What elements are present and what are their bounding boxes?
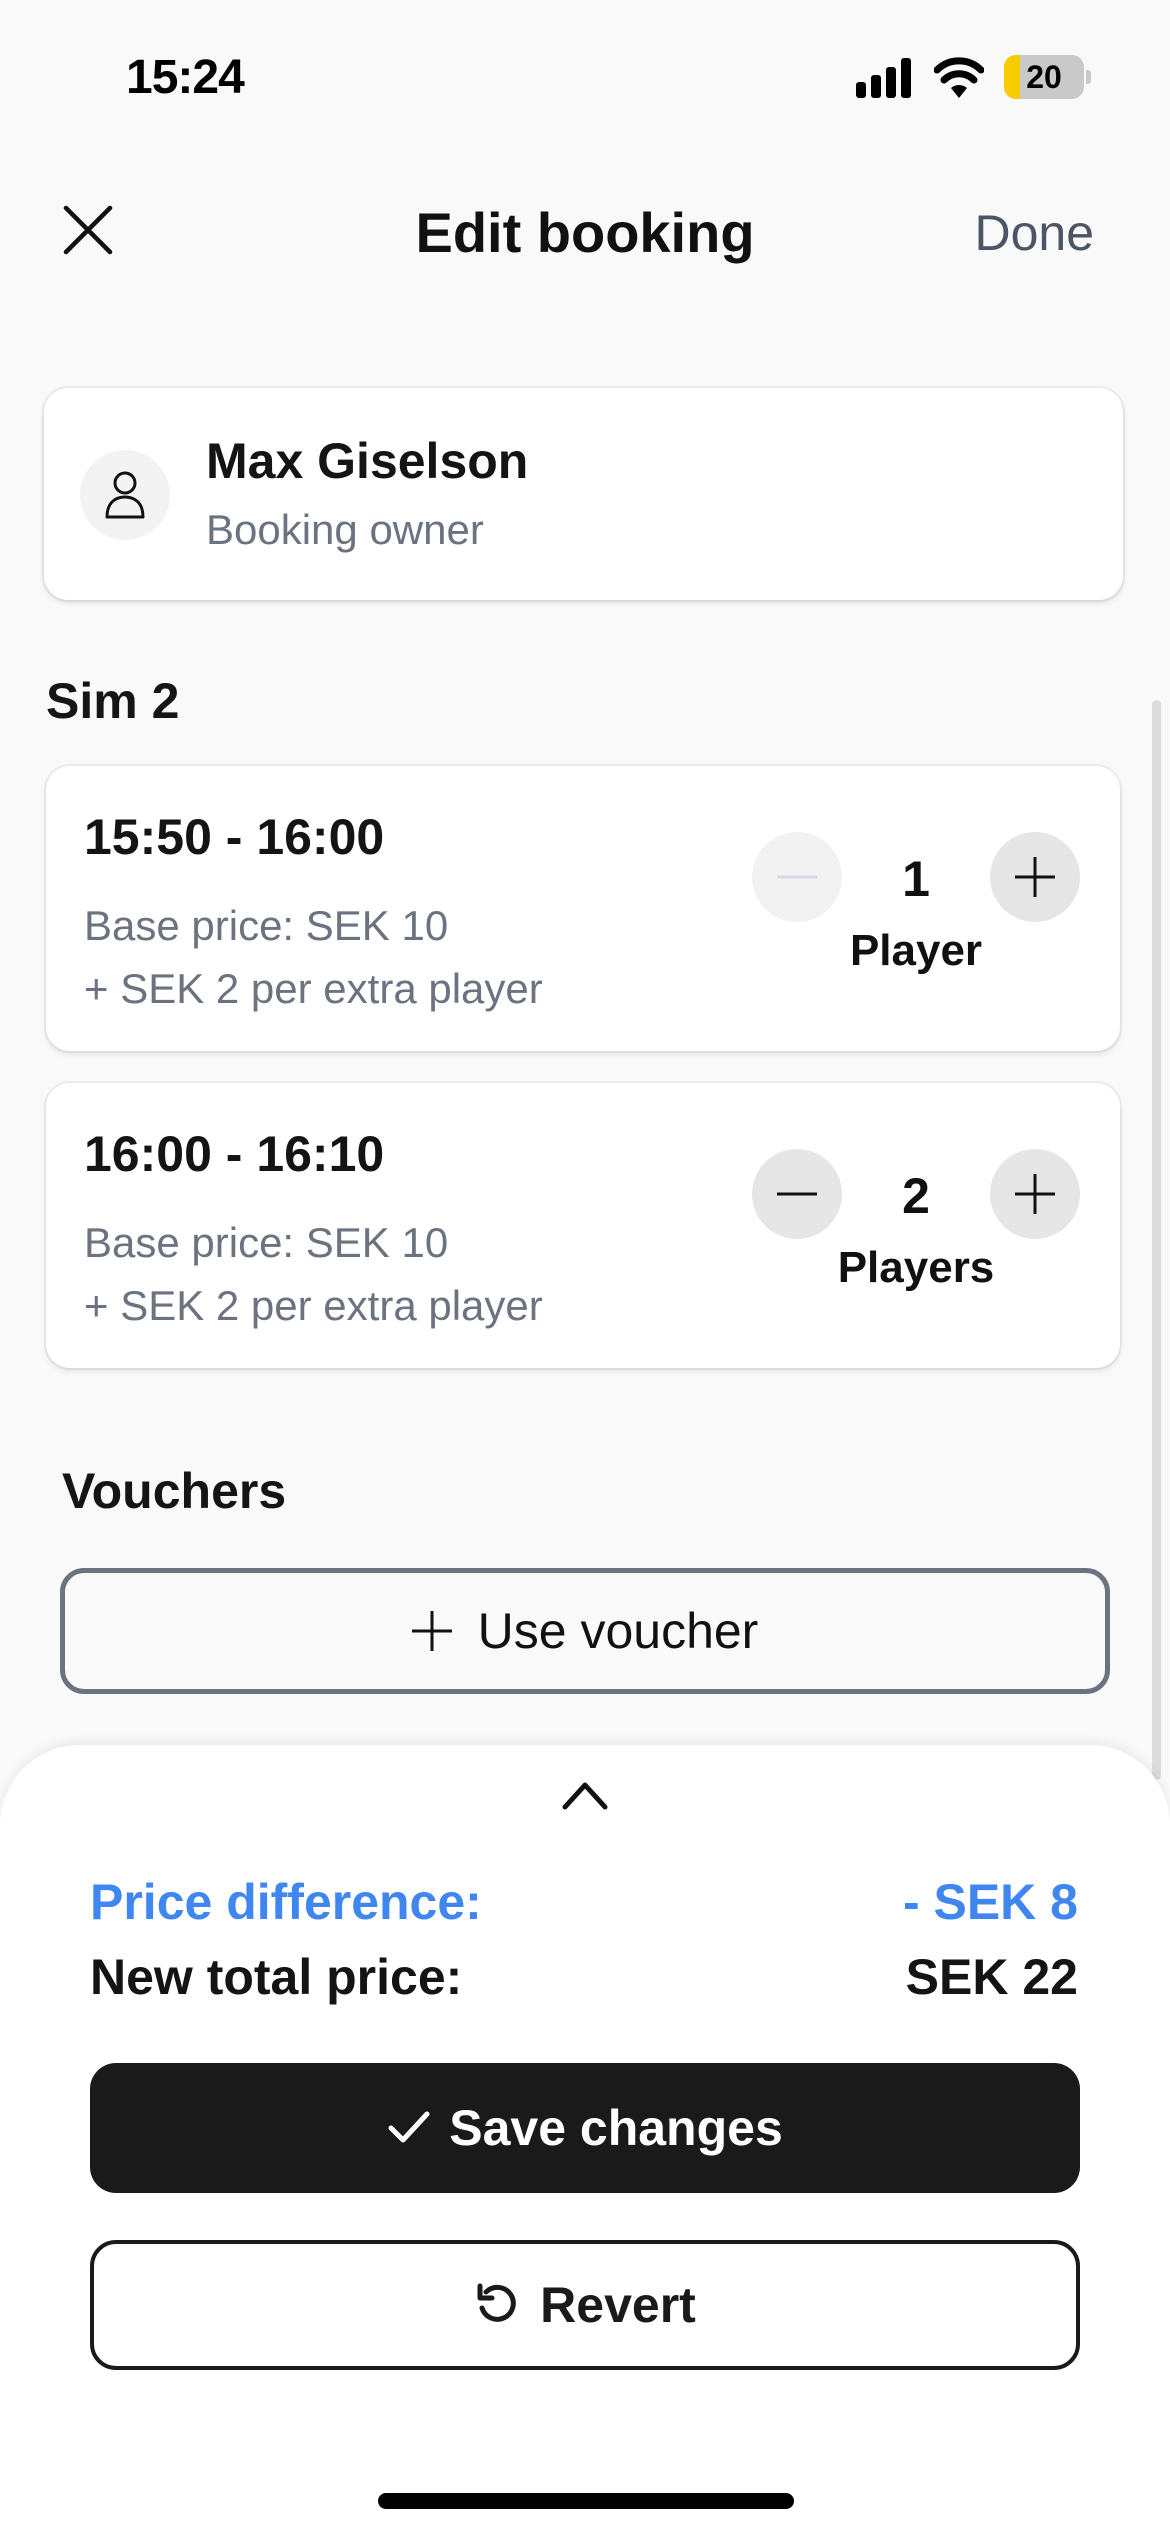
battery-icon: 20: [1004, 55, 1091, 99]
user-icon: [105, 471, 145, 519]
extra-player-price: + SEK 2 per extra player: [84, 965, 543, 1012]
price-difference-label: Price difference:: [90, 1874, 482, 1930]
price-summary-sheet: Price difference: - SEK 8 New total pric…: [0, 1745, 1170, 2532]
owner-name: Max Giselson: [206, 433, 529, 489]
revert-label: Revert: [540, 2277, 696, 2333]
slot-time: 15:50 - 16:00: [84, 809, 385, 865]
extra-player-price: + SEK 2 per extra player: [84, 1282, 543, 1329]
base-price: Base price: SEK 10: [84, 902, 449, 949]
battery-cap: [1086, 70, 1091, 84]
use-voucher-button[interactable]: Use voucher: [60, 1568, 1110, 1694]
undo-icon: [477, 2283, 516, 2322]
new-total-label: New total price:: [90, 1949, 463, 2005]
increment-players-button[interactable]: [990, 1149, 1080, 1239]
booking-owner-card: Max Giselson Booking owner: [44, 388, 1123, 600]
slot-price: Base price: SEK 10 + SEK 2 per extra pla…: [84, 1211, 543, 1337]
player-count: 2: [902, 1168, 930, 1224]
expand-sheet-button[interactable]: [555, 1775, 615, 1815]
avatar: [80, 450, 170, 540]
decrement-players-button[interactable]: [752, 832, 842, 922]
new-total-value: SEK 22: [905, 1949, 1078, 2005]
home-indicator[interactable]: [378, 2493, 794, 2509]
chevron-up-icon: [562, 1782, 608, 1810]
cellular-signal-icon: [856, 58, 916, 98]
time-slot-card: 15:50 - 16:00 Base price: SEK 10 + SEK 2…: [46, 766, 1120, 1051]
sim-section-title: Sim 2: [46, 673, 180, 729]
plus-icon: [1015, 1174, 1055, 1214]
new-total-row: New total price: SEK 22: [90, 1948, 1078, 2006]
time-slot-card: 16:00 - 16:10 Base price: SEK 10 + SEK 2…: [46, 1083, 1120, 1368]
plus-icon: [1015, 857, 1055, 897]
slot-price: Base price: SEK 10 + SEK 2 per extra pla…: [84, 894, 543, 1020]
player-count-label: Player: [849, 926, 983, 975]
decrement-players-button[interactable]: [752, 1149, 842, 1239]
save-changes-label: Save changes: [449, 2100, 783, 2156]
wifi-icon: [933, 56, 985, 98]
player-count: 1: [902, 851, 930, 907]
price-difference-value: - SEK 8: [902, 1874, 1078, 1930]
minus-icon: [777, 1192, 817, 1196]
price-difference-row: Price difference: - SEK 8: [90, 1873, 1078, 1931]
save-changes-button[interactable]: Save changes: [90, 2063, 1080, 2193]
owner-role: Booking owner: [206, 506, 484, 553]
revert-button[interactable]: Revert: [90, 2240, 1080, 2370]
status-time: 15:24: [126, 51, 245, 104]
increment-players-button[interactable]: [990, 832, 1080, 922]
done-button[interactable]: Done: [974, 204, 1094, 262]
checkmark-icon: [388, 2111, 430, 2143]
scrollbar[interactable]: [1152, 700, 1161, 1780]
status-bar: 15:24 20: [0, 0, 1170, 150]
base-price: Base price: SEK 10: [84, 1219, 449, 1266]
plus-icon: [411, 1611, 452, 1651]
navigation-bar: Edit booking Done: [0, 180, 1170, 280]
minus-icon: [777, 875, 817, 879]
battery-level: 20: [1026, 59, 1062, 95]
vouchers-section-title: Vouchers: [62, 1463, 287, 1519]
player-count-label: Players: [837, 1243, 995, 1292]
slot-time: 16:00 - 16:10: [84, 1126, 385, 1182]
use-voucher-label: Use voucher: [477, 1603, 759, 1659]
